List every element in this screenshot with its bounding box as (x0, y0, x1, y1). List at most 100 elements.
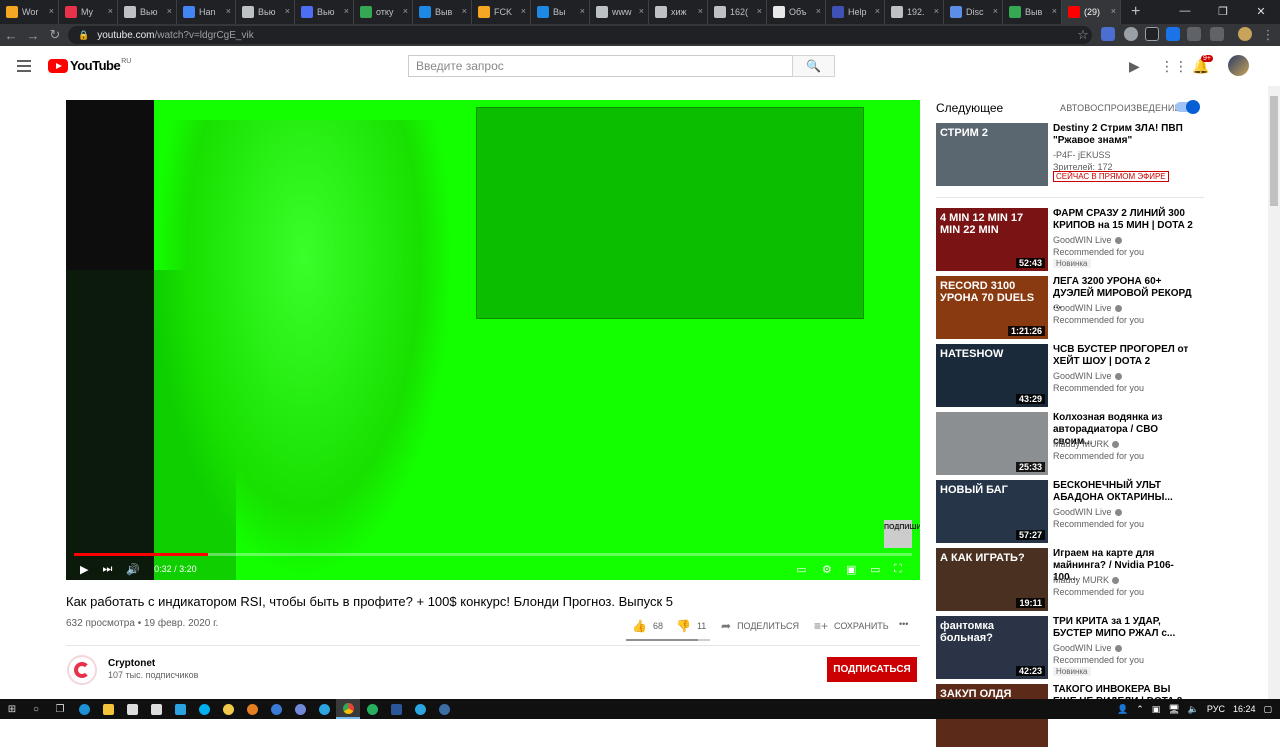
video-title[interactable]: ФАРМ СРАЗУ 2 ЛИНИЙ 300 КРИПОВ на 15 МИН … (1053, 208, 1193, 232)
browser-tab[interactable]: Help × (826, 0, 885, 24)
video-title[interactable]: ЧСВ БУСТЕР ПРОГОРЕЛ от ХЕЙТ ШОУ | DOTA 2 (1053, 344, 1193, 368)
channel-name[interactable]: GoodWIN Live (1053, 235, 1122, 245)
channel-avatar[interactable] (67, 655, 97, 685)
miniplayer-icon[interactable]: ▣ (846, 563, 856, 576)
forward-icon[interactable]: → (22, 28, 44, 43)
search-input[interactable]: Введите запрос (408, 55, 793, 77)
video-title[interactable]: Destiny 2 Стрим ЗЛА! ПВП "Ржавое знамя" (1053, 123, 1193, 147)
tab-close-icon[interactable]: × (344, 6, 349, 16)
mail-icon[interactable] (144, 699, 168, 719)
app-green-icon[interactable] (360, 699, 384, 719)
profile-icon[interactable] (1238, 27, 1252, 41)
subscribe-button[interactable]: ПОДПИСАТЬСЯ (827, 657, 917, 682)
recommended-video[interactable]: СТРИМ 2 Destiny 2 Стрим ЗЛА! ПВП "Ржавое … (936, 123, 1206, 187)
dislike-button[interactable]: 👎 11 (676, 619, 706, 633)
subtitles-icon[interactable]: ▭ (796, 563, 806, 576)
extension-box-icon[interactable] (1187, 27, 1201, 41)
next-icon[interactable]: ⏭ (102, 563, 112, 576)
bookmark-star-icon[interactable]: ☆ (1072, 27, 1094, 43)
close-window-icon[interactable]: ✕ (1242, 0, 1280, 22)
browser-tab[interactable]: Disc × (944, 0, 1003, 24)
video-thumbnail[interactable]: 25:33 (936, 412, 1048, 475)
extension-shield-icon[interactable] (1145, 27, 1159, 41)
recommended-video[interactable]: 25:33 Колхозная водянка из авторадиатора … (936, 412, 1206, 476)
save-button[interactable]: ≡+ СОХРАНИТЬ (814, 619, 889, 633)
clock[interactable]: 16:24 (1233, 704, 1256, 714)
browser-tab[interactable]: 192. × (885, 0, 944, 24)
avatar[interactable] (1228, 55, 1249, 76)
speaker-icon[interactable]: 🔈 (1188, 704, 1199, 715)
recommended-video[interactable]: RECORD 3100 УРОНА 70 DUELS 1:21:26 ЛЕГА 32… (936, 276, 1206, 340)
network-icon[interactable]: 🖥 (1168, 704, 1179, 715)
apps-grid-icon[interactable]: ⋮⋮ (1160, 58, 1188, 75)
tab-close-icon[interactable]: × (639, 6, 644, 16)
keyboard-language[interactable]: РУС (1207, 704, 1225, 714)
tab-close-icon[interactable]: × (462, 6, 467, 16)
tab-close-icon[interactable]: × (934, 6, 939, 16)
recommended-video[interactable]: А КАК ИГРАТЬ? 19:11 Играем на карте для ма… (936, 548, 1206, 612)
tab-close-icon[interactable]: × (757, 6, 762, 16)
tab-close-icon[interactable]: × (403, 6, 408, 16)
windows-start-icon[interactable]: ⊞ (0, 699, 24, 719)
extension-puzzle-icon[interactable] (1210, 27, 1224, 41)
browser-tab[interactable]: My × (59, 0, 118, 24)
tab-close-icon[interactable]: × (521, 6, 526, 16)
more-actions-button[interactable]: ••• (899, 619, 908, 629)
video-thumbnail[interactable]: СТРИМ 2 (936, 123, 1048, 186)
video-progress-bar[interactable] (74, 553, 912, 556)
app-face-icon[interactable] (216, 699, 240, 719)
tab-close-icon[interactable]: × (108, 6, 113, 16)
app-discord-icon[interactable] (288, 699, 312, 719)
new-tab-button[interactable]: + (1131, 3, 1140, 21)
video-title[interactable]: БЕСКОНЕЧНЫЙ УЛЬТ АБАДОНА ОКТАРИНЫ... (1053, 480, 1193, 504)
app-skype-icon[interactable] (192, 699, 216, 719)
file-explorer-icon[interactable] (96, 699, 120, 719)
browser-tab[interactable]: Wor × (0, 0, 59, 24)
browser-tab[interactable]: Выв × (413, 0, 472, 24)
create-video-icon[interactable]: ▶︎ (1129, 58, 1140, 75)
app-blue-icon[interactable] (168, 699, 192, 719)
play-icon[interactable]: ▶ (80, 563, 88, 576)
maximize-icon[interactable]: ❐ (1204, 0, 1242, 22)
channel-name[interactable]: GoodWIN Live (1053, 303, 1122, 313)
tab-close-icon[interactable]: × (875, 6, 880, 16)
telegram-icon[interactable] (312, 699, 336, 719)
browser-tab[interactable]: Объ × (767, 0, 826, 24)
fullscreen-icon[interactable]: ⛶ (894, 563, 902, 576)
browser-tab[interactable]: отку × (354, 0, 413, 24)
volume-icon[interactable]: 🔊 (126, 563, 140, 576)
tab-close-icon[interactable]: × (993, 6, 998, 16)
extension-arrow-icon[interactable] (1166, 27, 1180, 41)
hamburger-menu-icon[interactable] (17, 60, 31, 75)
browser-tab[interactable]: www × (590, 0, 649, 24)
browser-tab[interactable]: Выв × (1003, 0, 1062, 24)
recommended-video[interactable]: фантомка больная? 42:23 ТРИ КРИТА за 1 УДА… (936, 616, 1206, 680)
telegram-2-icon[interactable] (408, 699, 432, 719)
browser-tab[interactable]: Вы × (531, 0, 590, 24)
settings-gear-icon[interactable]: ⚙ (822, 563, 832, 576)
video-thumbnail[interactable]: А КАК ИГРАТЬ? 19:11 (936, 548, 1048, 611)
tray-app-icon[interactable]: ▣ (1152, 704, 1161, 715)
browser-tab[interactable]: хиж × (649, 0, 708, 24)
tab-close-icon[interactable]: × (580, 6, 585, 16)
task-view-icon[interactable]: ❐ (48, 699, 72, 719)
channel-name[interactable]: GoodWIN Live (1053, 371, 1122, 381)
extension-globe-icon[interactable] (1124, 27, 1138, 41)
video-thumbnail[interactable]: RECORD 3100 УРОНА 70 DUELS 1:21:26 (936, 276, 1048, 339)
video-player[interactable]: ПОДПИШИСЬ ▶ ⏭ 🔊 0:32 / 3:20 ▭ ⚙ ▣ ▭ ⛶ (66, 100, 920, 580)
channel-name[interactable]: -P4F- jEKUSS (1053, 150, 1111, 160)
chrome-icon[interactable] (336, 699, 360, 719)
video-thumbnail[interactable]: фантомка больная? 42:23 (936, 616, 1048, 679)
channel-name[interactable]: Cryptonet (108, 658, 155, 669)
chevron-up-icon[interactable]: ⌃ (1136, 704, 1144, 715)
like-button[interactable]: 👍 68 (632, 619, 663, 633)
store-icon[interactable] (120, 699, 144, 719)
tab-close-icon[interactable]: × (226, 6, 231, 16)
youtube-logo[interactable]: YouTube RU (48, 58, 131, 73)
word-icon[interactable] (384, 699, 408, 719)
minimize-icon[interactable]: — (1166, 0, 1204, 22)
menu-dots-icon[interactable]: ⋮ (1257, 27, 1279, 43)
tab-close-icon[interactable]: × (816, 6, 821, 16)
tab-close-icon[interactable]: × (1052, 6, 1057, 16)
app-orange-icon[interactable] (240, 699, 264, 719)
